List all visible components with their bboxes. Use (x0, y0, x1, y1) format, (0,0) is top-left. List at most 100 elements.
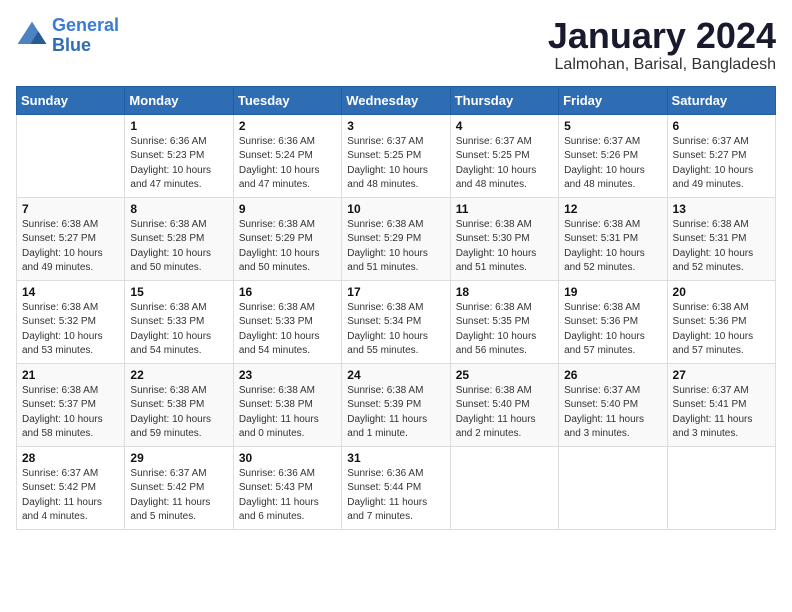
page-header: General Blue January 2024 Lalmohan, Bari… (16, 16, 776, 74)
day-info: Sunrise: 6:36 AM Sunset: 5:44 PM Dayligh… (347, 467, 444, 525)
day-info: Sunrise: 6:37 AM Sunset: 5:41 PM Dayligh… (673, 384, 770, 442)
day-info: Sunrise: 6:37 AM Sunset: 5:42 PM Dayligh… (130, 467, 227, 525)
day-info: Sunrise: 6:36 AM Sunset: 5:24 PM Dayligh… (239, 135, 336, 193)
day-info: Sunrise: 6:38 AM Sunset: 5:35 PM Dayligh… (456, 301, 553, 359)
calendar-cell: 17Sunrise: 6:38 AM Sunset: 5:34 PM Dayli… (342, 280, 450, 363)
day-number: 19 (564, 285, 661, 299)
calendar-cell: 22 Sunrise: 6:38 AM Sunset: 5:38 PM Dayli… (125, 363, 233, 446)
calendar-cell: 26Sunrise: 6:37 AM Sunset: 5:40 PM Dayli… (559, 363, 667, 446)
calendar-table: SundayMondayTuesdayWednesdayThursdayFrid… (16, 86, 776, 530)
logo-icon (16, 20, 48, 52)
day-number: 1 (130, 119, 227, 133)
day-number: 12 (564, 202, 661, 216)
day-info: Sunrise: 6:37 AM Sunset: 5:27 PM Dayligh… (673, 135, 770, 193)
day-info: Sunrise: 6:38 AM Sunset: 5:27 PM Dayligh… (22, 218, 119, 276)
calendar-cell (667, 446, 775, 529)
calendar-cell: 16 Sunrise: 6:38 AM Sunset: 5:33 PM Dayli… (233, 280, 341, 363)
day-number: 24 (347, 368, 444, 382)
day-number: 11 (456, 202, 553, 216)
day-number: 23 (239, 368, 336, 382)
day-info: Sunrise: 6:36 AM Sunset: 5:23 PM Dayligh… (130, 135, 227, 193)
day-info: Sunrise: 6:38 AM Sunset: 5:39 PM Dayligh… (347, 384, 444, 442)
calendar-cell: 14 Sunrise: 6:38 AM Sunset: 5:32 PM Dayli… (17, 280, 125, 363)
calendar-cell: 10Sunrise: 6:38 AM Sunset: 5:29 PM Dayli… (342, 197, 450, 280)
day-header-thursday: Thursday (450, 86, 558, 114)
day-header-friday: Friday (559, 86, 667, 114)
calendar-cell: 1 Sunrise: 6:36 AM Sunset: 5:23 PM Daylig… (125, 114, 233, 197)
calendar-cell: 15 Sunrise: 6:38 AM Sunset: 5:33 PM Dayli… (125, 280, 233, 363)
day-number: 28 (22, 451, 119, 465)
day-number: 2 (239, 119, 336, 133)
day-info: Sunrise: 6:38 AM Sunset: 5:33 PM Dayligh… (239, 301, 336, 359)
day-info: Sunrise: 6:38 AM Sunset: 5:40 PM Dayligh… (456, 384, 553, 442)
day-info: Sunrise: 6:38 AM Sunset: 5:38 PM Dayligh… (239, 384, 336, 442)
calendar-cell: 28 Sunrise: 6:37 AM Sunset: 5:42 PM Dayli… (17, 446, 125, 529)
day-info: Sunrise: 6:38 AM Sunset: 5:32 PM Dayligh… (22, 301, 119, 359)
day-number: 5 (564, 119, 661, 133)
month-title: January 2024 (548, 16, 776, 56)
calendar-cell: 12 Sunrise: 6:38 AM Sunset: 5:31 PM Dayli… (559, 197, 667, 280)
day-header-tuesday: Tuesday (233, 86, 341, 114)
day-number: 7 (22, 202, 119, 216)
calendar-cell: 30Sunrise: 6:36 AM Sunset: 5:43 PM Dayli… (233, 446, 341, 529)
day-number: 15 (130, 285, 227, 299)
day-number: 16 (239, 285, 336, 299)
day-number: 31 (347, 451, 444, 465)
day-number: 6 (673, 119, 770, 133)
calendar-cell: 18 Sunrise: 6:38 AM Sunset: 5:35 PM Dayli… (450, 280, 558, 363)
logo-text: General Blue (52, 16, 119, 56)
calendar-cell (17, 114, 125, 197)
day-number: 25 (456, 368, 553, 382)
day-info: Sunrise: 6:38 AM Sunset: 5:38 PM Dayligh… (130, 384, 227, 442)
day-info: Sunrise: 6:38 AM Sunset: 5:36 PM Dayligh… (673, 301, 770, 359)
day-number: 3 (347, 119, 444, 133)
calendar-cell (559, 446, 667, 529)
day-header-wednesday: Wednesday (342, 86, 450, 114)
day-header-monday: Monday (125, 86, 233, 114)
day-number: 29 (130, 451, 227, 465)
calendar-cell: 24 Sunrise: 6:38 AM Sunset: 5:39 PM Dayli… (342, 363, 450, 446)
day-info: Sunrise: 6:38 AM Sunset: 5:31 PM Dayligh… (673, 218, 770, 276)
day-info: Sunrise: 6:38 AM Sunset: 5:29 PM Dayligh… (239, 218, 336, 276)
day-number: 8 (130, 202, 227, 216)
day-header-saturday: Saturday (667, 86, 775, 114)
calendar-cell: 23 Sunrise: 6:38 AM Sunset: 5:38 PM Dayli… (233, 363, 341, 446)
day-number: 4 (456, 119, 553, 133)
day-info: Sunrise: 6:38 AM Sunset: 5:36 PM Dayligh… (564, 301, 661, 359)
calendar-cell: 8 Sunrise: 6:38 AM Sunset: 5:28 PM Daylig… (125, 197, 233, 280)
day-info: Sunrise: 6:38 AM Sunset: 5:30 PM Dayligh… (456, 218, 553, 276)
day-number: 21 (22, 368, 119, 382)
calendar-cell: 6 Sunrise: 6:37 AM Sunset: 5:27 PM Daylig… (667, 114, 775, 197)
calendar-cell: 20 Sunrise: 6:38 AM Sunset: 5:36 PM Dayli… (667, 280, 775, 363)
day-number: 18 (456, 285, 553, 299)
day-number: 30 (239, 451, 336, 465)
day-number: 26 (564, 368, 661, 382)
calendar-cell: 5 Sunrise: 6:37 AM Sunset: 5:26 PM Daylig… (559, 114, 667, 197)
calendar-cell: 19 Sunrise: 6:38 AM Sunset: 5:36 PM Dayli… (559, 280, 667, 363)
calendar-cell: 11 Sunrise: 6:38 AM Sunset: 5:30 PM Dayli… (450, 197, 558, 280)
day-info: Sunrise: 6:37 AM Sunset: 5:26 PM Dayligh… (564, 135, 661, 193)
calendar-cell: 3 Sunrise: 6:37 AM Sunset: 5:25 PM Daylig… (342, 114, 450, 197)
day-number: 10 (347, 202, 444, 216)
logo: General Blue (16, 16, 119, 56)
calendar-cell: 31 Sunrise: 6:36 AM Sunset: 5:44 PM Dayli… (342, 446, 450, 529)
calendar-cell: 25 Sunrise: 6:38 AM Sunset: 5:40 PM Dayli… (450, 363, 558, 446)
day-info: Sunrise: 6:38 AM Sunset: 5:31 PM Dayligh… (564, 218, 661, 276)
day-info: Sunrise: 6:38 AM Sunset: 5:37 PM Dayligh… (22, 384, 119, 442)
calendar-cell: 2 Sunrise: 6:36 AM Sunset: 5:24 PM Daylig… (233, 114, 341, 197)
location-title: Lalmohan, Barisal, Bangladesh (548, 56, 776, 74)
day-number: 14 (22, 285, 119, 299)
day-info: Sunrise: 6:38 AM Sunset: 5:28 PM Dayligh… (130, 218, 227, 276)
calendar-cell: 13 Sunrise: 6:38 AM Sunset: 5:31 PM Dayli… (667, 197, 775, 280)
title-area: January 2024 Lalmohan, Barisal, Banglade… (548, 16, 776, 74)
day-number: 13 (673, 202, 770, 216)
day-info: Sunrise: 6:37 AM Sunset: 5:42 PM Dayligh… (22, 467, 119, 525)
calendar-cell: 4 Sunrise: 6:37 AM Sunset: 5:25 PM Daylig… (450, 114, 558, 197)
day-number: 22 (130, 368, 227, 382)
day-info: Sunrise: 6:37 AM Sunset: 5:25 PM Dayligh… (456, 135, 553, 193)
day-number: 20 (673, 285, 770, 299)
day-info: Sunrise: 6:38 AM Sunset: 5:33 PM Dayligh… (130, 301, 227, 359)
calendar-cell (450, 446, 558, 529)
day-info: Sunrise: 6:37 AM Sunset: 5:25 PM Dayligh… (347, 135, 444, 193)
calendar-cell: 21 Sunrise: 6:38 AM Sunset: 5:37 PM Dayli… (17, 363, 125, 446)
